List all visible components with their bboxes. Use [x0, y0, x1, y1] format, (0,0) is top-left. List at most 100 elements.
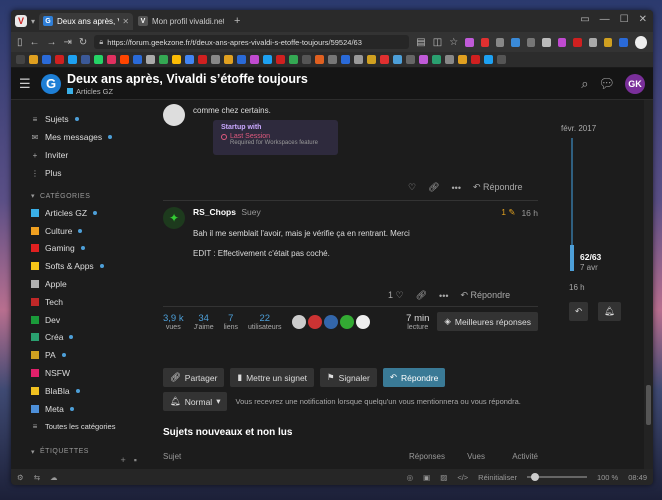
sidebar-category-item[interactable]: PA [31, 346, 143, 364]
lock-icon[interactable]: 🔒︎ [99, 37, 103, 47]
bookmark-icon[interactable] [198, 55, 207, 64]
sidebar-category-item[interactable]: Meta [31, 400, 143, 418]
timeline-start[interactable]: févr. 2017 [561, 124, 596, 133]
extension-icon[interactable] [480, 37, 490, 47]
sidebar-item-more[interactable]: ⋮ Plus [31, 164, 143, 182]
extension-icon[interactable] [542, 37, 551, 47]
post-username[interactable]: Suey [241, 207, 260, 217]
best-answers-button[interactable]: ◈ Meilleures réponses [437, 312, 538, 331]
extension-icon[interactable] [511, 37, 520, 47]
bookmark-icon[interactable] [42, 55, 51, 64]
bookmark-star-icon[interactable]: ☆ [449, 37, 458, 48]
post-avatar[interactable]: ✦ [163, 207, 185, 229]
reader-view-icon[interactable]: ▤ [416, 37, 425, 48]
col-replies[interactable]: Réponses [395, 452, 445, 461]
sidebar-category-item[interactable]: Tech [31, 293, 143, 311]
extension-icon[interactable] [603, 37, 613, 47]
bookmark-icon[interactable] [393, 55, 402, 64]
timeline-end[interactable]: 16 h [569, 283, 585, 292]
user-avatar[interactable]: GK [625, 74, 645, 94]
extension-icon[interactable] [573, 37, 582, 47]
participant-avatar[interactable] [291, 314, 306, 329]
sidebar-category-item[interactable]: NSFW [31, 364, 143, 382]
post-avatar[interactable] [163, 104, 185, 126]
participant-avatar[interactable] [307, 314, 322, 329]
sidebar-category-item[interactable]: BlaBla [31, 382, 143, 400]
chat-icon[interactable]: 💬︎ [598, 76, 615, 92]
bookmark-icon[interactable] [133, 55, 142, 64]
bookmark-icon[interactable] [328, 55, 337, 64]
code-icon[interactable]: </> [457, 473, 468, 482]
bookmark-icon[interactable] [55, 55, 64, 64]
bookmark-icon[interactable] [224, 55, 233, 64]
bookmark-icon[interactable] [172, 55, 181, 64]
sidebar-category-item[interactable]: Articles GZ [31, 204, 143, 222]
bookmark-icon[interactable] [354, 55, 363, 64]
bookmark-icon[interactable] [159, 55, 168, 64]
maximize-icon[interactable]: ☐ [620, 14, 629, 25]
bookmark-icon[interactable] [315, 55, 324, 64]
topic-category[interactable]: Articles GZ [67, 87, 308, 96]
extension-icon[interactable] [619, 37, 628, 47]
extension-icon[interactable] [557, 37, 567, 47]
bookmark-icon[interactable] [406, 55, 415, 64]
capture-icon[interactable]: ◎ [407, 473, 414, 482]
bookmark-icon[interactable] [29, 55, 38, 64]
more-actions-icon[interactable]: ••• [439, 291, 448, 301]
back-icon[interactable]: ← [30, 37, 40, 48]
categories-header[interactable]: ▾ CATÉGORIES [31, 188, 143, 204]
notification-level-dropdown[interactable]: 🔔︎ Normal ▾ [163, 392, 228, 411]
geekzone-logo[interactable]: G [41, 73, 61, 94]
sidebar-item-topics[interactable]: ≡ Sujets [31, 110, 143, 128]
bookmark-icon[interactable] [484, 55, 493, 64]
tab-overview-icon[interactable]: ▭ [580, 14, 589, 25]
copy-link-icon[interactable]: 🔗︎ [428, 182, 439, 193]
reply-topic-button[interactable]: ↶ Répondre [382, 368, 446, 387]
participant-avatar[interactable] [339, 314, 354, 329]
back-button[interactable]: ↶ [569, 302, 589, 321]
sidebar-category-item[interactable]: Gaming [31, 240, 143, 258]
bookmark-icon[interactable] [471, 55, 480, 64]
participant-avatar[interactable] [323, 314, 338, 329]
close-window-icon[interactable]: ✕ [639, 14, 647, 25]
bookmark-icon[interactable] [419, 55, 428, 64]
bookmark-icon[interactable] [81, 55, 90, 64]
col-views[interactable]: Vues [445, 452, 485, 461]
post-author[interactable]: RS_Chops [193, 207, 236, 217]
panel-toggle-icon[interactable]: ▯ [17, 37, 23, 48]
like-heart-icon[interactable]: ♡ [408, 182, 416, 193]
bookmark-icon[interactable] [94, 55, 103, 64]
camera-icon[interactable]: ◫ [433, 37, 442, 48]
bookmark-icon[interactable] [367, 55, 376, 64]
bookmark-icon[interactable] [211, 55, 220, 64]
bookmark-icon[interactable] [146, 55, 155, 64]
col-activity[interactable]: Activité [485, 452, 538, 461]
zoom-slider[interactable] [526, 473, 587, 481]
bell-icon[interactable]: 🔔︎ [598, 302, 621, 321]
more-actions-icon[interactable]: ••• [452, 183, 461, 193]
participant-avatar[interactable] [355, 314, 370, 329]
search-icon[interactable]: ⌕ [581, 76, 588, 92]
edit-count[interactable]: 1 ✎ [501, 207, 515, 218]
bookmark-icon[interactable] [289, 55, 298, 64]
sidebar-category-item[interactable]: Créa [31, 329, 143, 347]
url-field[interactable]: 🔒︎ https://forum.geekzone.fr/t/deux-ans-… [94, 35, 410, 49]
reset-zoom-button[interactable]: Réinitialiser [478, 473, 517, 482]
tab-profile[interactable]: V Mon profil vivaldi.net [134, 13, 228, 30]
sidebar-item-all-categories[interactable]: ≡ Toutes les catégories [31, 418, 143, 436]
scrollbar-thumb[interactable] [646, 385, 651, 425]
share-button[interactable]: 🔗︎ Partager [163, 368, 225, 387]
sidebar-category-item[interactable]: Apple [31, 275, 143, 293]
bookmark-icon[interactable] [250, 55, 259, 64]
bookmark-icon[interactable] [341, 55, 350, 64]
bookmark-icon[interactable] [237, 55, 246, 64]
extension-icon[interactable] [526, 37, 536, 47]
tab-forum[interactable]: G Deux ans après, Vivaldi s'ét ✕ [39, 12, 134, 30]
reload-icon[interactable]: ↻ [79, 37, 87, 48]
bookmark-icon[interactable] [276, 55, 285, 64]
sync-icon[interactable]: ⇆ [34, 473, 40, 482]
timeline-handle[interactable] [570, 245, 574, 271]
post-time[interactable]: 16 h [521, 208, 538, 218]
vivaldi-logo-icon[interactable]: V [15, 15, 27, 27]
extension-icon[interactable] [465, 37, 474, 47]
